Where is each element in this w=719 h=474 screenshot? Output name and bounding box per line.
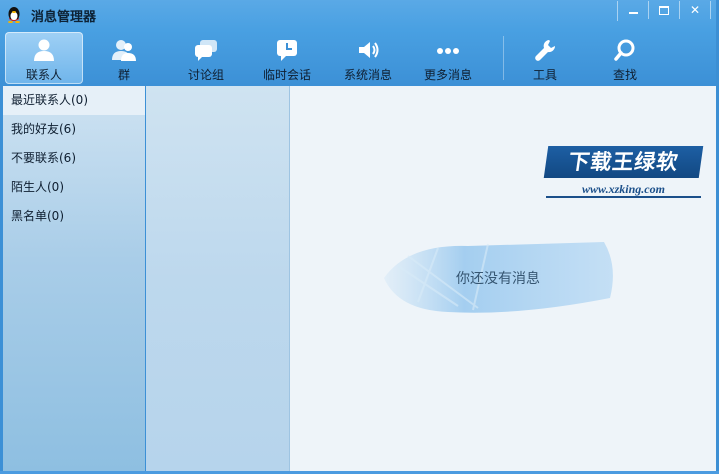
minimize-button[interactable] — [618, 1, 649, 19]
tab-discussions[interactable]: 讨论组 — [167, 32, 245, 84]
tools-label: 工具 — [532, 68, 557, 82]
tab-temp-chat-label: 临时会话 — [262, 68, 311, 82]
clock-bubble-icon — [277, 40, 297, 61]
window-title: 消息管理器 — [31, 10, 97, 25]
list-item-recent-contacts[interactable]: 最近联系人(0) — [3, 86, 145, 115]
list-item-do-not-contact[interactable]: 不要联系(6) — [3, 144, 145, 173]
watermark-title: 下载王绿软 — [543, 146, 704, 178]
tab-temp-chat[interactable]: 临时会话 — [248, 32, 326, 84]
search-button[interactable]: 查找 — [586, 32, 664, 84]
watermark-logo: 下载王绿软 www.xzking.com — [543, 146, 704, 200]
minimize-icon — [628, 12, 638, 14]
tab-system-messages[interactable]: 系统消息 — [329, 32, 407, 84]
wrench-icon — [535, 40, 556, 61]
message-view-pane: 下载王绿软 www.xzking.com 你还没有消息 — [290, 86, 716, 471]
maximize-icon — [659, 5, 669, 15]
toolbar: 联系人 群 讨论组 临时会话 系统消息 更多消息 工具 查找 — [0, 30, 719, 86]
group-icon — [112, 40, 136, 61]
list-item-my-friends[interactable]: 我的好友(6) — [3, 115, 145, 144]
watermark-underline — [546, 196, 701, 198]
contact-list-pane[interactable] — [146, 86, 290, 471]
tab-more-messages[interactable]: 更多消息 — [409, 32, 487, 84]
maximize-button[interactable] — [649, 1, 680, 19]
tab-more-messages-label: 更多消息 — [423, 68, 472, 82]
close-icon: ✕ — [689, 3, 701, 17]
more-dots-icon — [437, 48, 459, 54]
tab-system-messages-label: 系统消息 — [343, 68, 392, 82]
search-label: 查找 — [612, 68, 637, 82]
message-manager-window: 消息管理器 ✕ 联系人 群 讨论组 临时会话 系统消息 更多消息 工具 查找 最… — [0, 0, 719, 474]
penguin-logo-icon — [8, 7, 20, 23]
empty-message-text: 你还没有消息 — [456, 271, 540, 287]
tools-button[interactable]: 工具 — [506, 32, 584, 84]
magnifier-icon — [614, 39, 635, 61]
person-icon — [34, 39, 54, 61]
contact-category-list: 最近联系人(0) 我的好友(6) 不要联系(6) 陌生人(0) 黑名单(0) — [3, 86, 145, 471]
list-item-strangers[interactable]: 陌生人(0) — [3, 173, 145, 202]
list-item-blacklist[interactable]: 黑名单(0) — [3, 202, 145, 231]
tab-contacts-label: 联系人 — [25, 68, 62, 82]
tab-discussions-label: 讨论组 — [187, 68, 224, 82]
tab-contacts[interactable]: 联系人 — [5, 32, 83, 84]
toolbar-divider — [503, 36, 504, 80]
chat-bubbles-icon — [195, 40, 217, 61]
close-button[interactable]: ✕ — [680, 1, 711, 19]
title-bar: 消息管理器 ✕ — [0, 0, 719, 28]
window-controls: ✕ — [617, 1, 711, 21]
watermark-url: www.xzking.com — [582, 182, 665, 196]
tab-groups[interactable]: 群 — [85, 32, 163, 84]
speaker-icon — [359, 42, 379, 58]
tab-groups-label: 群 — [117, 68, 130, 82]
